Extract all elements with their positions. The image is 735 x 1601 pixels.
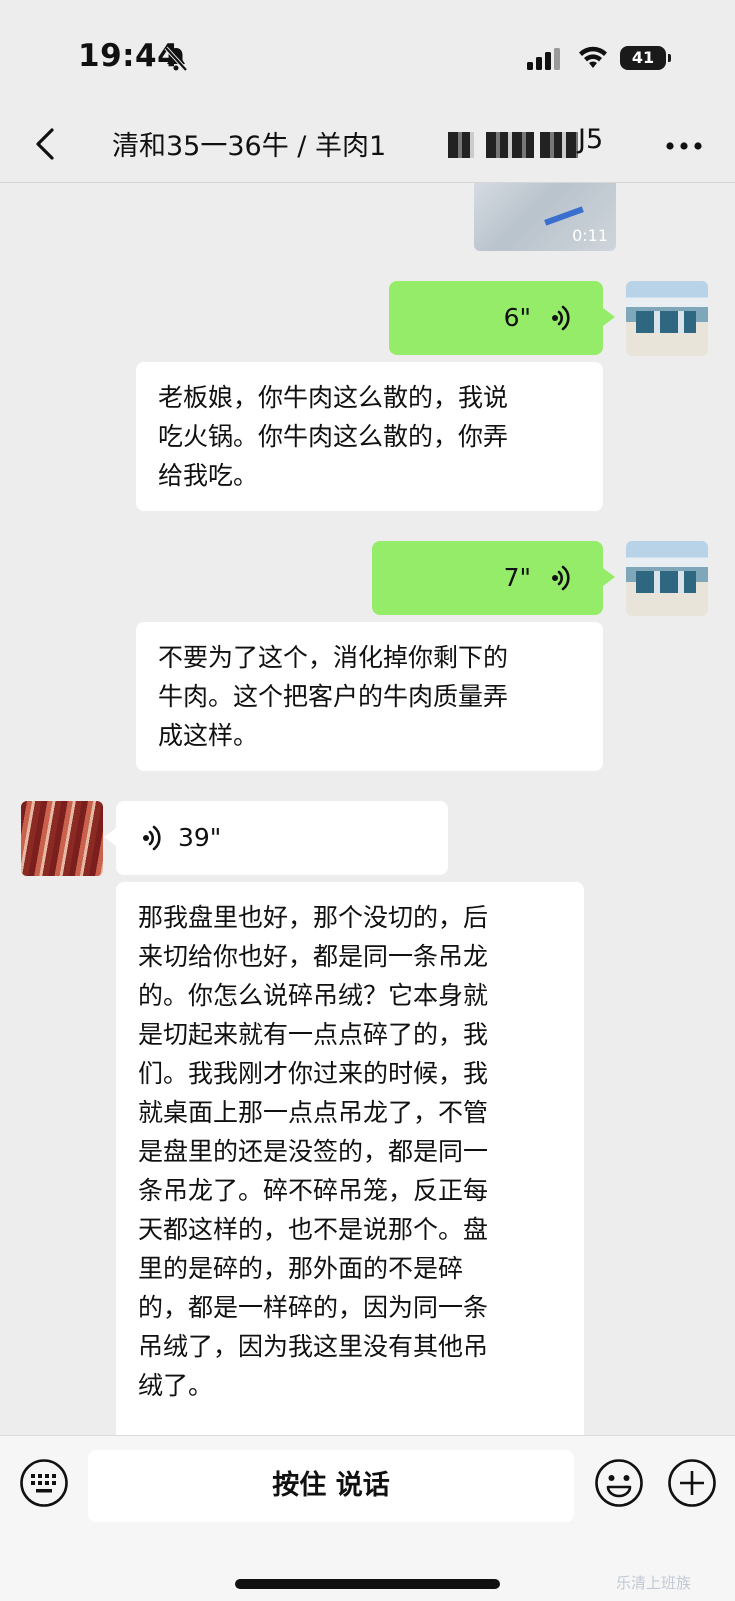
voice-wave-icon	[552, 565, 570, 591]
transcript-line: 那我盘里也好，那个没切的，后	[138, 903, 489, 932]
voice-transcript[interactable]: 老板娘，你牛肉这么散的，我说 吃火锅。你牛肉这么散的，你弄 给我吃。	[136, 362, 603, 511]
transcript-line: 牛肉。这个把客户的牛肉质量弄	[158, 682, 509, 711]
chevron-left-icon[interactable]	[28, 124, 68, 164]
chat-title-text: 清和35一36牛 / 羊肉1	[112, 131, 387, 162]
transcript-line: 来切给你也好，都是同一条吊龙	[138, 942, 489, 971]
home-indicator[interactable]	[235, 1579, 500, 1589]
voice-transcript[interactable]: 那我盘里也好，那个没切的，后 来切给你也好，都是同一条吊龙 的。你怎么说碎吊绒？…	[116, 882, 584, 1435]
battery-icon: 41	[620, 46, 671, 70]
transcript-line: 是盘里的还是没签的，都是同一	[138, 1137, 489, 1166]
wifi-icon	[579, 46, 607, 68]
plus-circle-icon[interactable]	[667, 1458, 717, 1508]
bell-slash-icon	[164, 46, 188, 72]
emoji-icon[interactable]	[594, 1458, 644, 1508]
video-duration: 0:11	[572, 226, 608, 245]
transcript-line: 天都这样的，也不是说那个。盘	[138, 1215, 489, 1244]
video-message[interactable]: 0:11	[474, 183, 616, 251]
voice-message-bubble[interactable]: 6"	[389, 281, 615, 355]
more-dots-icon[interactable]	[664, 136, 704, 156]
transcript-line: 不要为了这个，消化掉你剩下的	[158, 643, 509, 672]
chat-header: 清和35一36牛 / 羊肉1 J5	[0, 110, 735, 183]
redacted-block	[448, 132, 474, 158]
transcript-line: 里的是碎的，那外面的不是碎	[138, 1254, 464, 1283]
video-thumbnail-detail	[544, 206, 584, 226]
avatar-self[interactable]	[626, 541, 708, 616]
chat-title: 清和35一36牛 / 羊肉1	[112, 124, 386, 163]
voice-message-bubble[interactable]: 39"	[104, 801, 448, 875]
transcript-line: 吊绒了，因为我这里没有其他吊	[138, 1332, 489, 1361]
chat-title-tail: J5	[578, 124, 604, 155]
transcript-line: 老板娘，你牛肉这么散的，我说	[158, 383, 509, 412]
keyboard-icon[interactable]	[19, 1458, 69, 1508]
hold-to-talk-button[interactable]: 按住 说话	[88, 1450, 574, 1522]
voice-length: 7"	[503, 563, 531, 592]
voice-length: 6"	[503, 303, 531, 332]
status-bar: 19:44 41	[0, 0, 735, 110]
voice-wave-icon	[143, 825, 161, 851]
redacted-block	[540, 132, 578, 158]
transcript-line: 吃火锅。你牛肉这么散的，你弄	[158, 422, 509, 451]
avatar-other[interactable]	[21, 801, 103, 876]
voice-length: 39"	[178, 823, 222, 852]
transcript-line: 绒了。	[138, 1371, 214, 1400]
avatar-self[interactable]	[626, 281, 708, 356]
redacted-block	[486, 132, 534, 158]
message-list[interactable]: 0:11 6" 老板娘，你牛肉这么散的，我说 吃火锅。你牛肉这么散的，你弄 给我…	[0, 183, 735, 1435]
voice-wave-icon	[552, 305, 570, 331]
transcript-line: 成这样。	[158, 721, 259, 750]
transcript-line: 是切起来就有一点点碎了的，我	[138, 1020, 489, 1049]
transcript-line: 的，都是一样碎的，因为同一条	[138, 1293, 489, 1322]
voice-message-bubble[interactable]: 7"	[372, 541, 615, 615]
voice-transcript[interactable]: 不要为了这个，消化掉你剩下的 牛肉。这个把客户的牛肉质量弄 成这样。	[136, 622, 603, 771]
transcript-line: 给我吃。	[158, 461, 259, 490]
watermark: 乐清上班族	[616, 1574, 692, 1592]
transcript-line: 的。你怎么说碎吊绒？它本身就	[138, 981, 489, 1010]
signal-icon	[527, 48, 560, 70]
transcript-line: 们。我我刚才你过来的时候，我	[138, 1059, 489, 1088]
transcript-line: 就桌面上那一点点吊龙了，不管	[138, 1098, 489, 1127]
transcript-line: 条吊龙了。碎不碎吊笼，反正每	[138, 1176, 489, 1205]
